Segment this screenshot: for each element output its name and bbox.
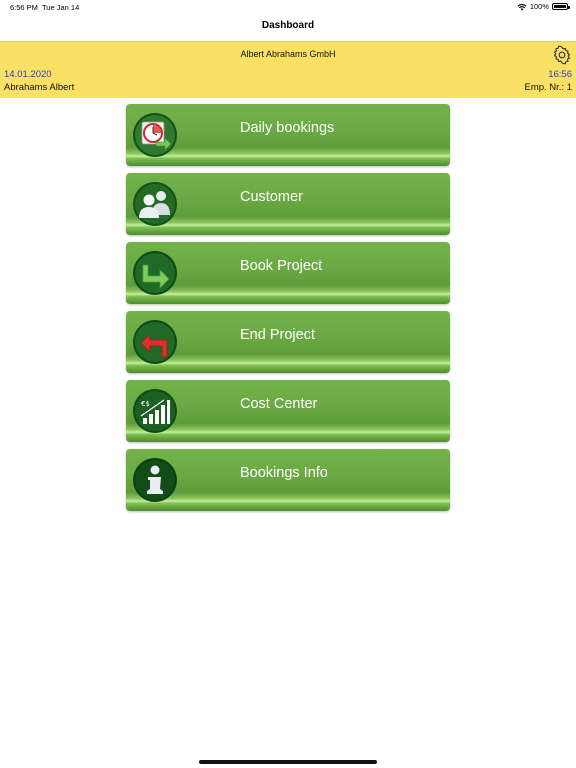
customer-button[interactable]: Customer (126, 173, 450, 235)
status-date: Tue Jan 14 (42, 3, 80, 12)
wifi-icon (517, 3, 527, 10)
book-project-label: Book Project (240, 258, 323, 274)
gear-icon[interactable] (552, 45, 572, 65)
header-date: 14.01.2020 (4, 69, 52, 80)
daily-bookings-button[interactable]: Daily bookings (126, 104, 450, 166)
status-time: 6:56 PM (10, 3, 38, 12)
status-right: 100% (517, 2, 570, 11)
home-indicator[interactable] (199, 760, 377, 764)
employee-name: Abrahams Albert (4, 82, 75, 93)
employee-number: Emp. Nr.: 1 (524, 82, 572, 93)
header-band: Albert Abrahams GmbH 14.01.2020 16:56 Ab… (0, 41, 576, 98)
book-project-button[interactable]: Book Project (126, 242, 450, 304)
page-title: Dashboard (261, 20, 315, 31)
cost-center-button[interactable]: €$ Cost Center (126, 380, 450, 442)
customer-label: Customer (240, 189, 303, 205)
bookings-info-button[interactable]: Bookings Info (126, 449, 450, 511)
battery-percent: 100% (529, 2, 549, 11)
bookings-info-label: Bookings Info (240, 465, 328, 481)
end-project-button[interactable]: End Project (126, 311, 450, 373)
users-icon (133, 182, 177, 226)
daily-bookings-label: Daily bookings (240, 120, 335, 136)
arrow-right-icon (133, 251, 177, 295)
info-icon (133, 458, 177, 502)
dashboard-menu: Daily bookings Customer Book Project End… (126, 104, 450, 518)
bar-chart-euro-icon: €$ (133, 389, 177, 433)
company-name: Albert Abrahams GmbH (240, 49, 336, 59)
status-bar: 6:56 PM Tue Jan 14 100% (0, 0, 576, 16)
arrow-left-icon (133, 320, 177, 364)
cost-center-label: Cost Center (240, 396, 318, 412)
svg-text:€$: €$ (141, 400, 150, 408)
battery-icon (552, 3, 570, 10)
end-project-label: End Project (240, 327, 315, 343)
clock-calendar-icon (133, 113, 177, 157)
header-time: 16:56 (548, 69, 572, 80)
